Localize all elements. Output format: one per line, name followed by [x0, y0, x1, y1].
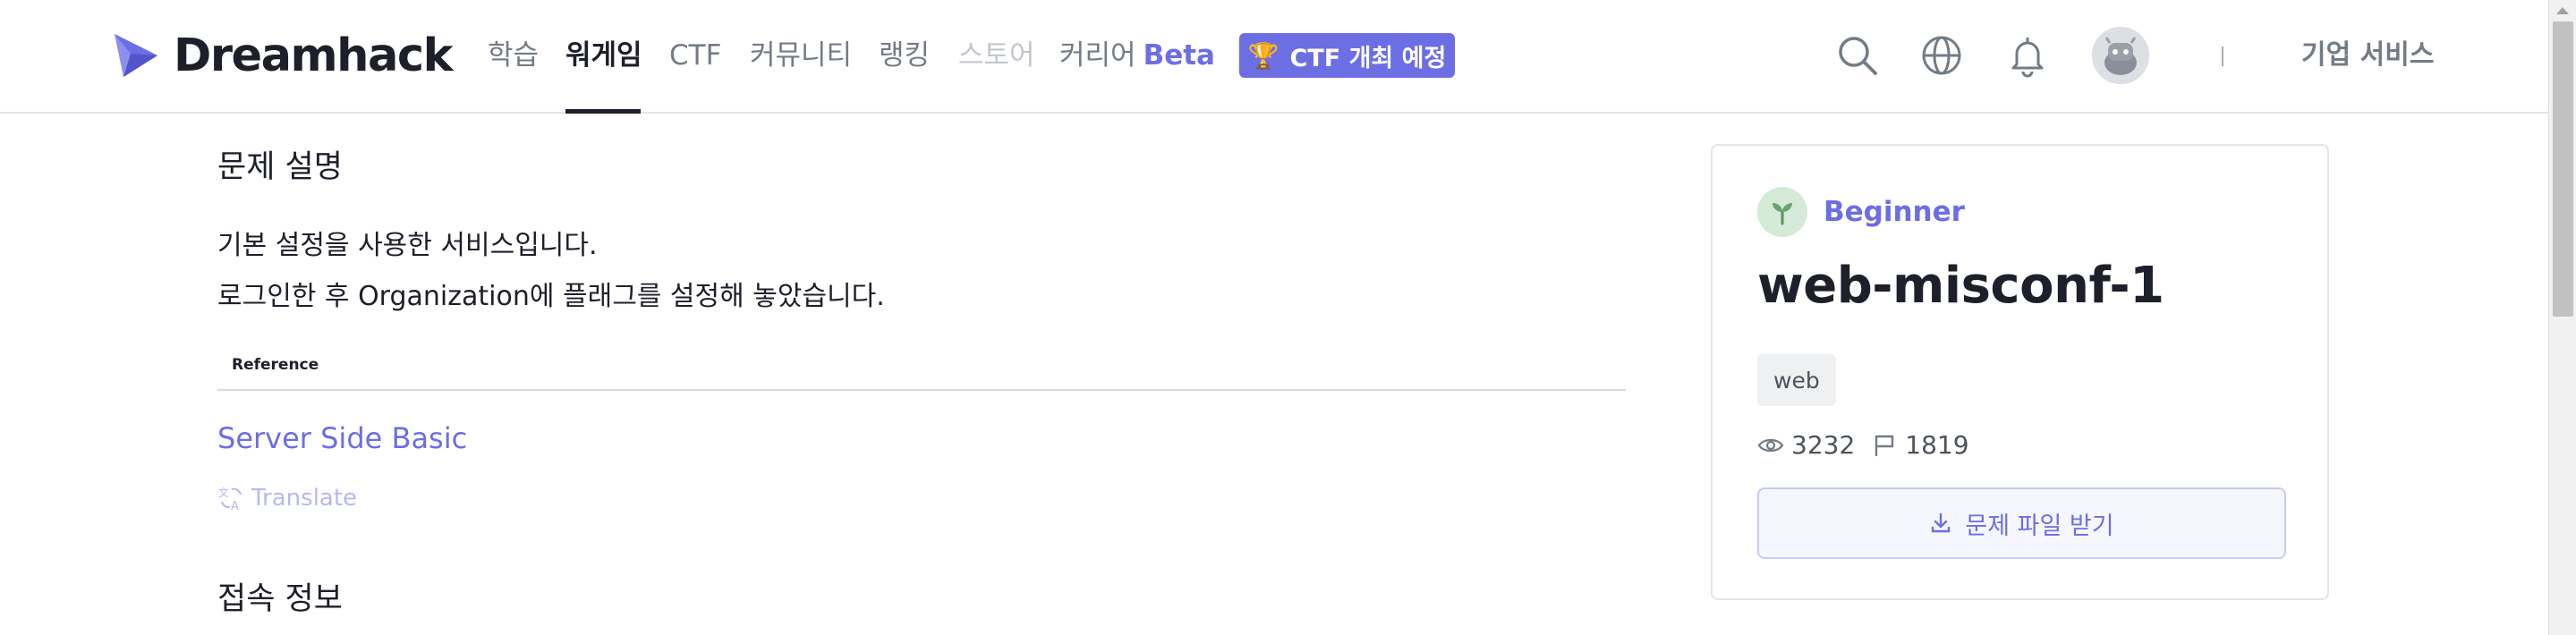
- search-icon[interactable]: [1831, 29, 1884, 82]
- user-avatar[interactable]: [2092, 27, 2149, 84]
- challenge-info-card: Beginner web-misconf-1 web 3232 1819 문제 …: [1711, 144, 2329, 600]
- nav-item-career[interactable]: 커리어 Beta: [1059, 34, 1215, 77]
- globe-icon[interactable]: [1915, 29, 1968, 82]
- svg-text:文: 文: [218, 486, 229, 499]
- dreamhack-logo-icon: [115, 34, 157, 77]
- eye-icon: [1757, 438, 1784, 452]
- robot-avatar-icon: [2092, 27, 2149, 84]
- description-line-1: 기본 설정을 사용한 서비스입니다.: [217, 230, 598, 261]
- nav-item-wargame[interactable]: 워게임: [565, 34, 642, 77]
- challenge-title: web-misconf-1: [1757, 257, 2164, 315]
- section-title-connection: 접속 정보: [217, 581, 343, 617]
- bell-icon[interactable]: [2001, 29, 2054, 82]
- scroll-up-arrow-icon[interactable]: [2556, 7, 2569, 14]
- download-icon: [1932, 512, 1951, 533]
- translate-icon: 文 A: [218, 486, 242, 512]
- description-line-2: 로그인한 후 Organization에 플래그를 설정해 놓았습니다.: [217, 281, 885, 312]
- category-tag[interactable]: web: [1757, 354, 1836, 406]
- header-divider: [2222, 47, 2223, 66]
- sprout-icon: [1757, 187, 1807, 237]
- difficulty-level: Beginner: [1757, 187, 1965, 237]
- beta-badge: Beta: [1143, 39, 1215, 72]
- trophy-icon: 🏆: [1247, 40, 1279, 71]
- active-nav-underline: [565, 109, 641, 114]
- translate-button[interactable]: 文 A Translate: [217, 484, 357, 512]
- solve-count: 1819: [1905, 430, 1969, 460]
- reference-link[interactable]: Server Side Basic: [217, 417, 467, 460]
- nav-item-learn[interactable]: 학습: [488, 34, 539, 77]
- nav-item-ranking[interactable]: 랭킹: [879, 34, 930, 77]
- nav-career-label: 커리어: [1059, 39, 1136, 72]
- challenge-stats: 3232 1819: [1757, 430, 1985, 460]
- top-header: Dreamhack 학습 워게임 CTF 커뮤니티 랭킹 스토어 커리어 Beta…: [0, 0, 2548, 114]
- section-title-description: 문제 설명: [217, 149, 343, 185]
- scrollbar-thumb[interactable]: [2553, 21, 2573, 317]
- nav-item-community[interactable]: 커뮤니티: [750, 34, 852, 77]
- reference-label: Reference: [232, 356, 319, 374]
- nav-item-store[interactable]: 스토어: [958, 34, 1035, 77]
- download-label: 문제 파일 받기: [1965, 512, 2114, 540]
- ctf-announcement-button[interactable]: 🏆 CTF 개최 예정: [1239, 33, 1455, 78]
- logo-text: Dreamhack: [174, 29, 454, 82]
- view-count: 3232: [1791, 430, 1856, 460]
- translate-label: Translate: [251, 485, 358, 512]
- download-file-button[interactable]: 문제 파일 받기: [1757, 487, 2286, 559]
- svg-text:A: A: [231, 500, 239, 512]
- reference-divider: [217, 389, 1626, 391]
- difficulty-label: Beginner: [1824, 196, 1965, 228]
- business-service-link[interactable]: 기업 서비스: [2301, 34, 2434, 77]
- vertical-scrollbar[interactable]: [2548, 0, 2576, 635]
- flag-icon: [1875, 435, 1894, 456]
- nav-item-ctf[interactable]: CTF: [669, 34, 721, 77]
- dreamhack-logo[interactable]: Dreamhack: [111, 27, 454, 84]
- ctf-badge-label: CTF 개최 예정: [1289, 44, 1447, 72]
